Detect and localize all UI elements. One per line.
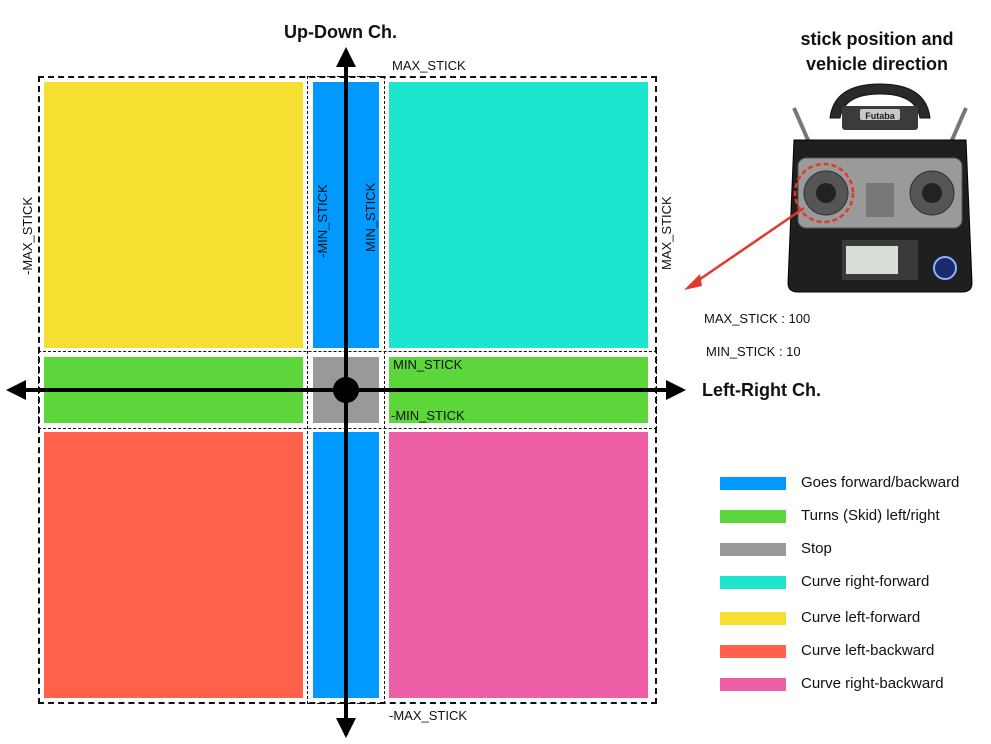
legend-label: Goes forward/backward: [801, 474, 960, 491]
left-max-stick-label: -MAX_STICK: [20, 196, 35, 275]
right-max-stick-label: MAX_STICK: [659, 196, 674, 270]
horizontal-axis-title: Left-Right Ch.: [702, 380, 821, 400]
legend-label: Curve right-forward: [801, 573, 930, 590]
horizontal-pos-min-stick-label: MIN_STICK: [393, 357, 463, 372]
legend-label: Stop: [801, 540, 832, 557]
legend-swatch: [720, 678, 786, 691]
bottom-max-stick-label: -MAX_STICK: [389, 708, 468, 723]
legend-swatch: [720, 477, 786, 490]
top-max-stick-label: MAX_STICK: [392, 58, 466, 73]
legend-swatch: [720, 645, 786, 658]
pointer-arrow: [684, 206, 805, 290]
legend-swatch: [720, 510, 786, 523]
vertical-neg-min-stick-label: -MIN_STICK: [315, 184, 330, 258]
legend-swatch: [720, 543, 786, 556]
vertical-axis-down-arrow: [336, 718, 356, 738]
inset-title-line1: stick position and: [800, 29, 954, 49]
inset-title: stick position and vehicle direction: [776, 27, 978, 77]
vertical-axis-up-arrow: [336, 47, 356, 67]
stick-center-dot: [333, 377, 359, 403]
vertical-pos-min-stick-label: MIN_STICK: [363, 182, 378, 252]
legend-label: Turns (Skid) left/right: [801, 507, 940, 524]
horizontal-axis-right-arrow: [666, 380, 686, 400]
inset-title-line2: vehicle direction: [805, 54, 949, 74]
legend-label: Curve right-backward: [801, 675, 944, 692]
horizontal-neg-min-stick-label: -MIN_STICK: [391, 408, 465, 423]
vertical-axis-title: Up-Down Ch.: [284, 22, 397, 42]
min-stick-value: MIN_STICK : 10: [706, 344, 801, 359]
legend-swatch: [720, 576, 786, 589]
legend-label: Curve left-forward: [801, 609, 921, 626]
transmitter-image: Futaba: [787, 83, 973, 293]
legend-label: Curve left-backward: [801, 642, 935, 659]
brand-logo: Futaba: [865, 111, 895, 121]
max-stick-value: MAX_STICK : 100: [704, 311, 811, 326]
legend-swatch: [720, 612, 786, 625]
horizontal-axis-left-arrow: [6, 380, 26, 400]
